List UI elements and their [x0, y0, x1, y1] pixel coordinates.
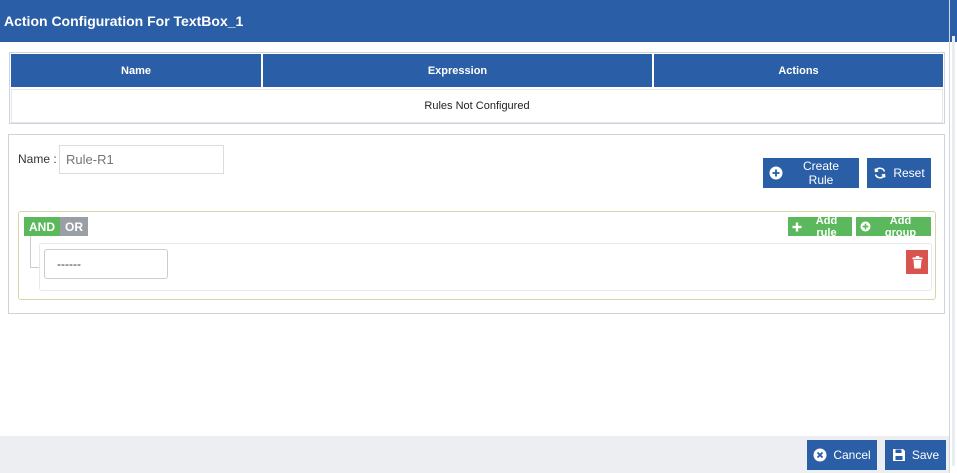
reset-button[interactable]: Reset [867, 158, 931, 188]
query-rule-row: ------ [39, 243, 932, 291]
query-builder-group: AND OR Add rule Add group ------ [18, 211, 936, 300]
rule-editor-panel: Name : Create Rule Reset AND OR Add rule… [8, 134, 945, 314]
add-rule-label: Add rule [815, 214, 838, 239]
save-button[interactable]: Save [885, 440, 946, 470]
column-header-actions: Actions [654, 54, 943, 87]
floppy-disk-icon [892, 448, 906, 462]
delete-rule-button[interactable] [906, 250, 928, 274]
save-label: Save [911, 448, 940, 462]
and-condition-button[interactable]: AND [24, 217, 60, 236]
add-group-button[interactable]: Add group [856, 214, 931, 239]
reset-label: Reset [893, 166, 925, 180]
plus-icon [792, 222, 802, 232]
cancel-button[interactable]: Cancel [807, 440, 877, 470]
cancel-label: Cancel [833, 448, 871, 462]
scrollbar-thumb[interactable] [952, 36, 955, 466]
scrollbar[interactable] [949, 0, 957, 473]
create-rule-button[interactable]: Create Rule [763, 158, 859, 188]
plus-circle-icon [860, 221, 871, 232]
create-rule-label: Create Rule [802, 159, 840, 187]
rules-table: Name Expression Actions Rules Not Config… [9, 52, 945, 124]
add-rule-button[interactable]: Add rule [788, 214, 852, 239]
dialog-footer: Cancel Save [0, 436, 949, 473]
trash-icon [912, 255, 923, 269]
rule-name-input[interactable] [59, 145, 224, 174]
or-condition-button[interactable]: OR [60, 217, 88, 236]
rules-empty-message: Rules Not Configured [11, 89, 943, 123]
dialog-title: Action Configuration For TextBox_1 [0, 0, 957, 42]
plus-circle-icon [769, 166, 783, 180]
cancel-icon [813, 448, 827, 462]
rule-name-label: Name : [18, 152, 57, 166]
refresh-icon [873, 166, 887, 180]
add-group-label: Add group [884, 214, 917, 239]
column-header-name: Name [11, 54, 263, 87]
rule-field-select[interactable]: ------ [44, 249, 168, 279]
column-header-expression: Expression [263, 54, 654, 87]
rules-table-header: Name Expression Actions [11, 54, 943, 87]
